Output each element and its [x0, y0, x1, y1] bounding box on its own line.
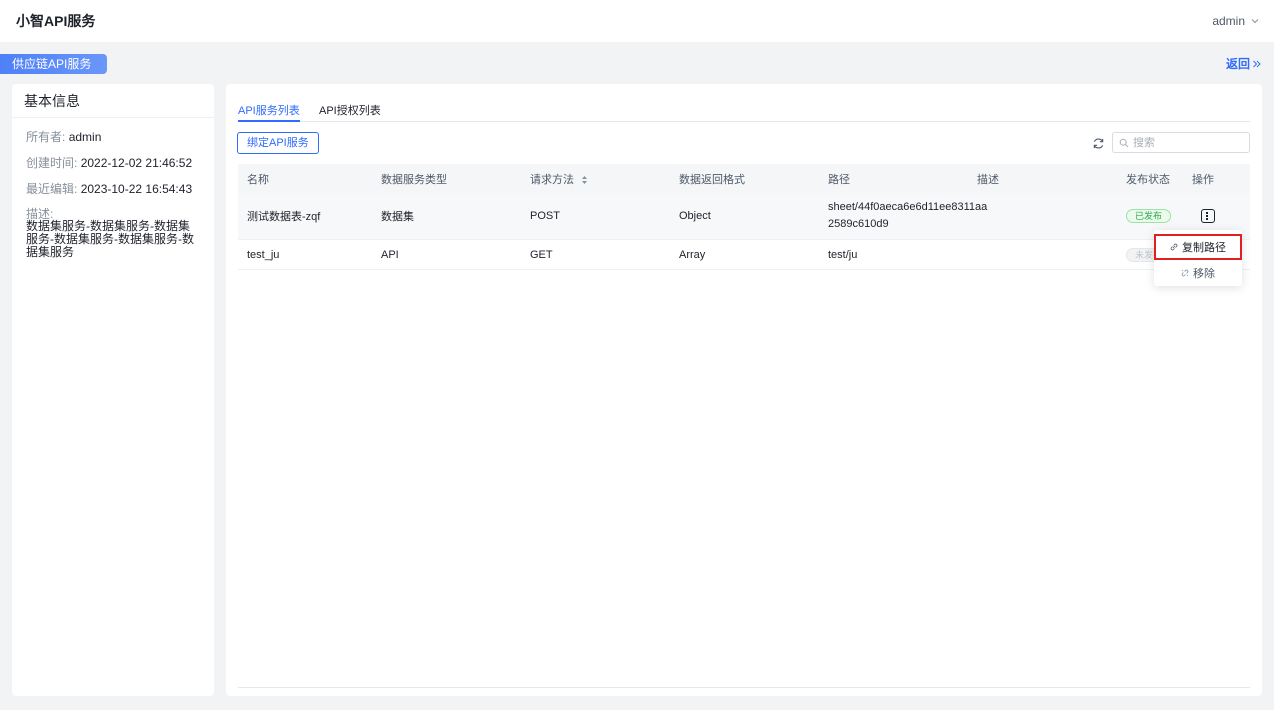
col-actions: 操作	[1192, 173, 1214, 186]
description-value: 数据集服务-数据集服务-数据集服务-数据集服务-数据集服务-数据集服务	[26, 219, 194, 259]
row-type: API	[381, 248, 399, 261]
remove-label: 移除	[1193, 268, 1215, 280]
tab-bar: API服务列表 API授权列表	[238, 98, 1250, 122]
back-label: 返回	[1225, 57, 1250, 71]
row-method: GET	[530, 248, 553, 261]
row-name: test_ju	[247, 248, 280, 261]
copy-path-menu-item[interactable]: 复制路径	[1154, 234, 1242, 260]
description-row: 描述: 数据集服务-数据集服务-数据集服务-数据集服务-数据集服务-数据集服务	[26, 208, 200, 259]
search-input[interactable]	[1133, 136, 1243, 149]
row-type: 数据集	[381, 211, 414, 223]
created-value: 2022-12-02 21:46:52	[80, 156, 193, 170]
basic-info-title: 基本信息	[12, 84, 214, 118]
row-name: 测试数据表-zqf	[247, 211, 321, 223]
bind-api-service-button[interactable]: 绑定API服务	[237, 132, 319, 154]
row-format: Array	[679, 248, 706, 261]
tab-api-service-list[interactable]: API服务列表	[238, 102, 300, 122]
row-status: 已发布	[1117, 209, 1183, 223]
owner-value: admin	[68, 130, 102, 144]
row-format: Object	[679, 210, 711, 222]
api-service-table: 名称 数据服务类型 请求方法 数据返回格式 路径 描述 发布状态 操作 测试数据…	[238, 164, 1250, 270]
created-row: 创建时间: 2022-12-02 21:46:52	[26, 156, 200, 170]
chevron-down-icon	[1251, 19, 1259, 24]
owner-row: 所有者: admin	[26, 130, 200, 144]
row-path-line1: sheet/44f0aeca6e6d11ee8311aa	[828, 201, 988, 213]
app-title: 小智API服务	[16, 13, 96, 29]
col-type: 数据服务类型	[381, 173, 447, 186]
table-bottom-divider	[238, 687, 1250, 688]
search-icon	[1119, 138, 1129, 147]
edited-label: 最近编辑:	[26, 182, 78, 196]
more-actions-icon[interactable]	[1201, 209, 1215, 223]
row-actions-dropdown: 复制路径 移除	[1154, 230, 1242, 286]
row-path: test/ju	[828, 248, 858, 261]
edited-value: 2023-10-22 16:54:43	[80, 182, 193, 196]
col-method-label: 请求方法	[530, 173, 574, 186]
unlink-icon	[1181, 269, 1189, 277]
service-name-tag: 供应链API服务	[0, 54, 108, 74]
main-panel: API服务列表 API授权列表 绑定API服务 名称 数据服务类型 请求方法 数…	[226, 84, 1262, 696]
owner-label: 所有者:	[26, 130, 66, 144]
top-bar: 小智API服务 admin	[0, 0, 1274, 42]
basic-info-panel: 基本信息 所有者: admin 创建时间: 2022-12-02 21:46:5…	[12, 84, 214, 696]
sort-icon[interactable]	[581, 175, 588, 185]
col-name: 名称	[247, 173, 269, 186]
user-menu[interactable]: admin	[1212, 14, 1260, 28]
remove-menu-item[interactable]: 移除	[1154, 260, 1242, 286]
col-status: 发布状态	[1126, 173, 1170, 186]
back-link[interactable]: 返回	[1226, 55, 1262, 72]
link-icon	[1170, 243, 1178, 251]
search-box[interactable]	[1112, 132, 1250, 153]
refresh-icon[interactable]	[1092, 137, 1105, 150]
table-row: test_ju API GET Array test/ju 未发布	[238, 240, 1250, 270]
edited-row: 最近编辑: 2023-10-22 16:54:43	[26, 182, 200, 196]
row-actions	[1183, 209, 1250, 223]
tab-api-auth-list[interactable]: API授权列表	[319, 102, 381, 122]
sub-bar: 供应链API服务 返回	[0, 50, 1274, 74]
col-path: 路径	[828, 173, 850, 186]
row-path-line2: 2589c610d9	[828, 218, 889, 230]
col-method[interactable]: 请求方法	[521, 171, 670, 187]
col-description: 描述	[977, 173, 999, 186]
row-path: sheet/44f0aeca6e6d11ee8311aa 2589c610d9	[819, 199, 988, 233]
col-format: 数据返回格式	[679, 173, 745, 186]
basic-info-list: 所有者: admin 创建时间: 2022-12-02 21:46:52 最近编…	[12, 118, 214, 283]
double-chevron-right-icon	[1253, 60, 1261, 67]
status-badge: 已发布	[1126, 209, 1172, 223]
created-label: 创建时间:	[26, 156, 78, 170]
table-row: 测试数据表-zqf 数据集 POST Object sheet/44f0aeca…	[238, 193, 1250, 240]
copy-path-label: 复制路径	[1182, 242, 1226, 254]
user-name: admin	[1212, 14, 1245, 28]
row-method: POST	[530, 210, 560, 222]
table-header: 名称 数据服务类型 请求方法 数据返回格式 路径 描述 发布状态 操作	[238, 164, 1250, 193]
